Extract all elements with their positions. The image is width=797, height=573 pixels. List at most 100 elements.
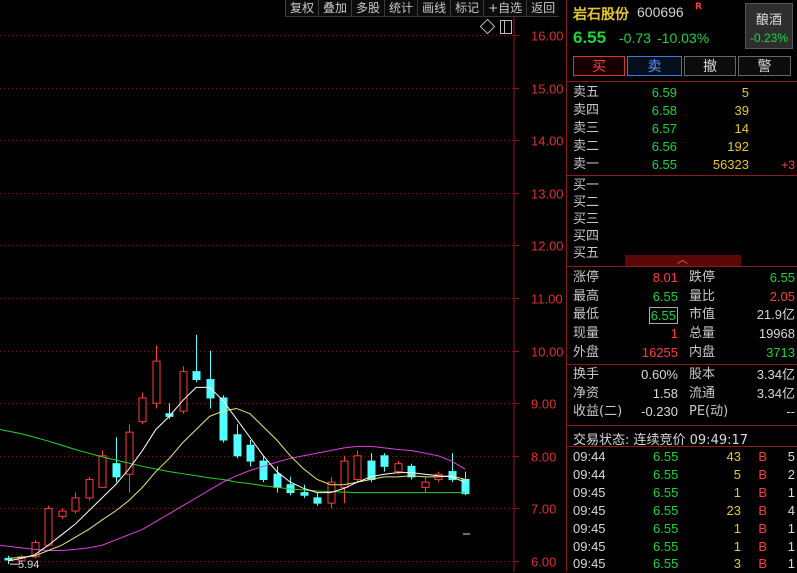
tick-time: 09:45	[573, 556, 606, 571]
tick-count: 1	[787, 539, 795, 554]
toolbar-button-overlay[interactable]: 叠加	[318, 0, 352, 17]
candle-up	[179, 371, 188, 412]
stat-value: 3.34亿	[756, 367, 795, 382]
ask-label: 卖二	[573, 139, 600, 154]
stat-label: 最高	[573, 289, 600, 304]
tick-price: 6.55	[653, 539, 679, 554]
tick-time: 09:44	[573, 467, 606, 482]
candle-up	[421, 481, 430, 488]
stat-value: 1	[670, 326, 678, 341]
stat-label: 总量	[689, 326, 716, 341]
ask-volume: 14	[734, 121, 749, 136]
tick-price: 6.55	[653, 485, 679, 500]
toolbar-button-draw-line[interactable]: 画线	[417, 0, 451, 17]
price-tick-label: 12.00	[531, 239, 564, 254]
sector-badge[interactable]: 酿酒 -0.23%	[745, 3, 793, 49]
price-tick-label: 8.00	[531, 450, 556, 465]
tick-row: 09:45 6.55 1 B 1	[573, 538, 795, 556]
ask-price: 6.58	[651, 103, 677, 118]
tick-time: 09:45	[573, 539, 606, 554]
kline-chart[interactable]: 16.00 15.00 14.00 13.00 12.00 11.00 10.00 9.00 8…	[0, 0, 566, 572]
tick-volume: 43	[726, 449, 741, 464]
candle-up	[340, 460, 349, 488]
price-tick-label: 15.00	[531, 82, 564, 97]
tick-price: 6.55	[653, 467, 679, 482]
tick-direction: B	[758, 556, 767, 571]
toolbar-button-back[interactable]: 返回	[526, 0, 560, 17]
ask-volume: 56323	[712, 157, 749, 172]
stat-label: 外盘	[573, 345, 600, 360]
price-tick-label: 10.00	[531, 345, 564, 360]
stat-label: 量比	[689, 289, 716, 304]
collapse-book-button[interactable]: ︿	[625, 253, 741, 266]
bid-label: 买四	[573, 229, 600, 244]
candle-down	[192, 371, 201, 381]
tick-direction: B	[758, 485, 767, 500]
ask-row: 卖一 6.55 56323 +3	[573, 156, 795, 174]
candle-down	[259, 460, 268, 480]
stat-value: -0.230	[641, 404, 678, 419]
price-change: -0.73	[619, 30, 651, 46]
stat-label: 股本	[689, 367, 716, 382]
candle-down	[313, 497, 322, 504]
tick-price: 6.55	[653, 521, 679, 536]
stat-label: 换手	[573, 367, 600, 382]
toolbar-button-statistics[interactable]: 统计	[384, 0, 418, 17]
divider	[567, 364, 797, 365]
stat-row: 最高 6.55 量比 2.05	[573, 288, 795, 306]
candle-down	[300, 492, 309, 496]
candle-up	[394, 463, 403, 473]
stat-label: 市值	[689, 307, 716, 322]
candle-up	[44, 507, 53, 546]
stat-label: 现量	[573, 326, 600, 341]
tick-price: 6.55	[653, 556, 679, 571]
stat-row: 收益(二) -0.230 PE(动) --	[573, 403, 795, 421]
price-tick-label: 13.00	[531, 187, 564, 202]
stat-label: 收益(二)	[573, 404, 623, 419]
tick-time: 09:45	[573, 521, 606, 536]
tick-count: 5	[787, 449, 795, 464]
buy-button[interactable]: 买	[573, 56, 625, 76]
tick-count: 1	[787, 485, 795, 500]
stat-value: 21.9亿	[756, 307, 795, 322]
tick-time: 09:45	[573, 485, 606, 500]
stat-row: 最低 6.55 市值 21.9亿	[573, 306, 795, 324]
panel-toggle-icon[interactable]	[500, 20, 512, 34]
divider	[567, 81, 797, 82]
price-tick-label: 14.00	[531, 134, 564, 149]
stat-value: 6.55	[648, 307, 678, 324]
ask-price: 6.55	[651, 157, 677, 172]
stat-value: 2.05	[769, 289, 795, 304]
stat-label: PE(动)	[689, 404, 729, 419]
tick-direction: B	[758, 467, 767, 482]
stat-value: 19968	[758, 326, 795, 341]
stat-row: 涨停 8.01 跌停 6.55	[573, 269, 795, 287]
tick-row: 09:45 6.55 3 B 1	[573, 555, 795, 573]
toolbar-button-add-watchlist[interactable]: +自选	[483, 0, 527, 17]
candle-down	[246, 444, 255, 462]
tick-volume: 1	[733, 539, 741, 554]
current-price: 6.55	[573, 28, 607, 47]
candle-up	[138, 397, 147, 423]
price-tick-label: 16.00	[531, 29, 564, 44]
candle-down	[112, 463, 121, 478]
stat-label: 跌停	[689, 270, 716, 285]
sell-button[interactable]: 卖	[627, 56, 682, 76]
quote-panel: 岩石股份 600696 R 6.55 -0.73 -10.03% 酿酒 -0.2…	[566, 0, 797, 572]
tick-volume: 1	[733, 521, 741, 536]
stat-row: 外盘 16255 内盘 3713	[573, 344, 795, 362]
tick-count: 1	[787, 556, 795, 571]
ask-volume: 192	[727, 139, 749, 154]
candle-down	[233, 434, 242, 457]
kline-chart-panel[interactable]: 16.00 15.00 14.00 13.00 12.00 11.00 10.00 9.00 8…	[0, 0, 566, 572]
toolbar-button-mark[interactable]: 标记	[450, 0, 484, 17]
alert-button[interactable]: 警	[738, 56, 791, 76]
ask-volume: 5	[741, 85, 749, 100]
tick-price: 6.55	[653, 449, 679, 464]
cancel-order-button[interactable]: 撤	[684, 56, 736, 76]
toolbar-button-multi-stock[interactable]: 多股	[351, 0, 385, 17]
bid-row: 买一	[573, 177, 795, 195]
chevron-up-icon: ︿	[677, 253, 688, 266]
tick-direction: B	[758, 449, 767, 464]
toolbar-button-adjust[interactable]: 复权	[285, 0, 319, 17]
